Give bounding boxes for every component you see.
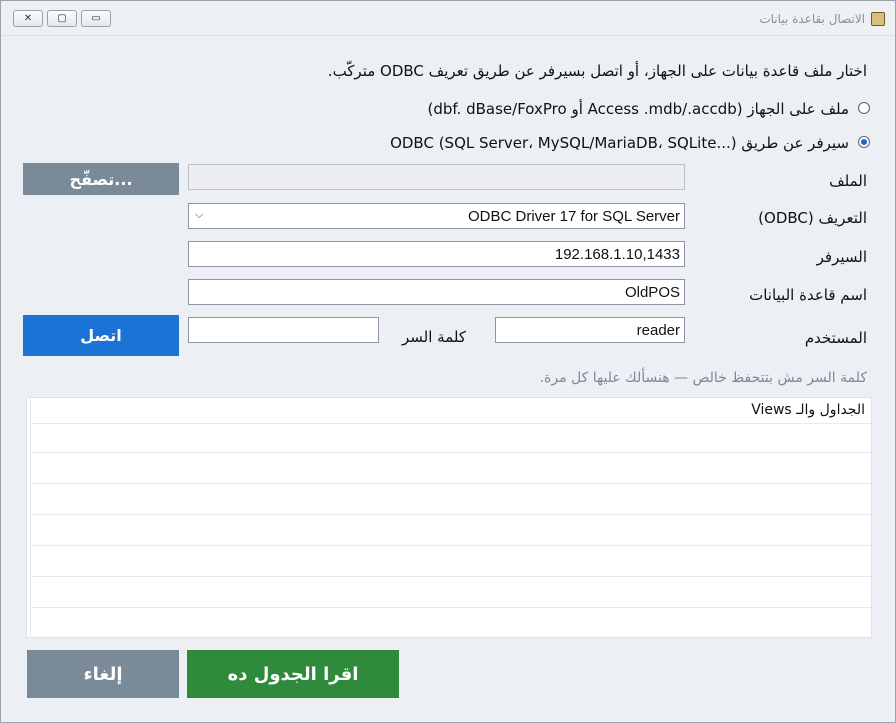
table-row[interactable] (30, 452, 871, 453)
server-input[interactable]: 192.168.1.10,1433 (188, 241, 685, 267)
user-input[interactable]: reader (495, 317, 685, 343)
dialog-window: ✕ ▢ ▭ الاتصال بقاعدة بيانات اختار ملف قا… (0, 0, 896, 723)
connect-button[interactable]: اتصل (23, 315, 179, 356)
window-title: الاتصال بقاعدة بيانات (759, 12, 865, 26)
server-label: السيرفر (816, 248, 867, 266)
chevron-down-icon: ⌵ (195, 209, 204, 221)
driver-select-value: ODBC Driver 17 for SQL Server (468, 207, 680, 225)
local-file-radio[interactable] (858, 102, 870, 114)
table-row[interactable] (30, 576, 871, 577)
file-label: الملف (829, 172, 867, 190)
database-input[interactable]: OldPOS (188, 279, 685, 305)
password-note: كلمة السر مش بتتحفظ خالص — هنسألك عليها … (539, 370, 867, 386)
maximize-icon[interactable]: ▢ (47, 10, 77, 27)
driver-select[interactable]: ⌵ ODBC Driver 17 for SQL Server (188, 203, 685, 229)
driver-label: التعريف (ODBC) (758, 209, 867, 227)
app-icon (871, 12, 885, 26)
file-path-input[interactable] (188, 164, 685, 190)
tables-list[interactable]: الجداول والـ Views (26, 397, 872, 638)
table-row[interactable] (30, 607, 871, 608)
table-row[interactable] (30, 483, 871, 484)
user-label: المستخدم (804, 329, 867, 347)
read-table-button[interactable]: اقرا الجدول ده (187, 650, 399, 698)
cancel-button[interactable]: إلغاء (27, 650, 179, 698)
title-bar: ✕ ▢ ▭ الاتصال بقاعدة بيانات (1, 1, 895, 36)
database-label: اسم قاعدة البيانات (749, 286, 867, 304)
table-row[interactable] (30, 545, 871, 546)
local-file-option-label[interactable]: ملف على الجهاز (Access .mdb/.accdb أو db… (427, 100, 849, 118)
browse-button[interactable]: تصفّح... (23, 163, 179, 195)
grid-divider (30, 398, 31, 637)
table-row[interactable] (30, 514, 871, 515)
odbc-option-label[interactable]: سيرفر عن طريق ODBC (SQL Server، MySQL/Ma… (390, 134, 849, 152)
minimize-icon[interactable]: ▭ (81, 10, 111, 27)
password-input[interactable] (188, 317, 379, 343)
table-row[interactable] (30, 423, 871, 424)
tables-list-header: الجداول والـ Views (751, 402, 865, 418)
odbc-radio[interactable] (858, 136, 870, 148)
password-label: كلمة السر (402, 328, 466, 346)
close-icon[interactable]: ✕ (13, 10, 43, 27)
instructions-text: اختار ملف قاعدة بيانات على الجهاز، أو ات… (327, 62, 867, 80)
